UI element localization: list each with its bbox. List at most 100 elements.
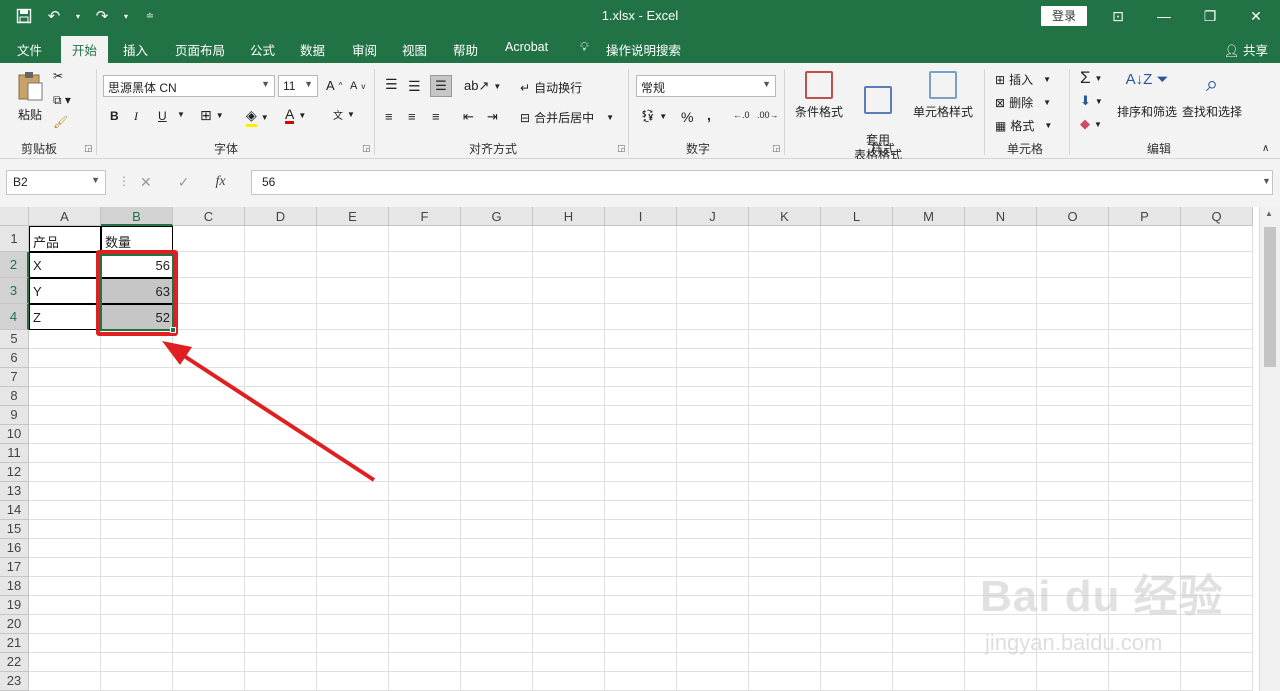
cell-j23[interactable] <box>677 672 749 691</box>
cell-e17[interactable] <box>317 558 389 577</box>
select-all-corner[interactable] <box>0 207 29 226</box>
align-bottom-icon[interactable]: ☰ <box>430 75 452 97</box>
row-header-2[interactable]: 2 <box>0 252 29 278</box>
cell-a19[interactable] <box>29 596 101 615</box>
cell-c2[interactable] <box>173 252 245 278</box>
cell-k15[interactable] <box>749 520 821 539</box>
cell-l17[interactable] <box>821 558 893 577</box>
cell-n10[interactable] <box>965 425 1037 444</box>
cell-l4[interactable] <box>821 304 893 330</box>
cell-l22[interactable] <box>821 653 893 672</box>
cell-h4[interactable] <box>533 304 605 330</box>
cell-k7[interactable] <box>749 368 821 387</box>
comma-button[interactable]: , <box>707 107 711 123</box>
cell-a11[interactable] <box>29 444 101 463</box>
insert-function-icon[interactable]: fx <box>215 174 225 191</box>
cell-i6[interactable] <box>605 349 677 368</box>
cell-a3[interactable]: Y <box>29 278 101 304</box>
cell-l2[interactable] <box>821 252 893 278</box>
cell-m23[interactable] <box>893 672 965 691</box>
cell-n3[interactable] <box>965 278 1037 304</box>
cell-q14[interactable] <box>1181 501 1253 520</box>
cell-k12[interactable] <box>749 463 821 482</box>
cell-m1[interactable] <box>893 226 965 252</box>
cell-c18[interactable] <box>173 577 245 596</box>
align-left-icon[interactable]: ≡ <box>385 109 393 124</box>
cell-f4[interactable] <box>389 304 461 330</box>
cell-i13[interactable] <box>605 482 677 501</box>
name-box[interactable]: B2 ▼ <box>6 170 106 195</box>
cell-j18[interactable] <box>677 577 749 596</box>
cell-h5[interactable] <box>533 330 605 349</box>
cell-j10[interactable] <box>677 425 749 444</box>
cell-i23[interactable] <box>605 672 677 691</box>
cell-p15[interactable] <box>1109 520 1181 539</box>
cell-p6[interactable] <box>1109 349 1181 368</box>
cancel-icon[interactable]: ✕ <box>140 174 152 191</box>
column-header-d[interactable]: D <box>245 207 317 226</box>
tab-page-layout[interactable]: 页面布局 <box>175 40 225 59</box>
cell-a18[interactable] <box>29 577 101 596</box>
cell-p9[interactable] <box>1109 406 1181 425</box>
cell-f23[interactable] <box>389 672 461 691</box>
cell-h11[interactable] <box>533 444 605 463</box>
cell-i4[interactable] <box>605 304 677 330</box>
cell-m10[interactable] <box>893 425 965 444</box>
cell-g5[interactable] <box>461 330 533 349</box>
row-header-18[interactable]: 18 <box>0 577 29 596</box>
cell-p14[interactable] <box>1109 501 1181 520</box>
cell-l16[interactable] <box>821 539 893 558</box>
cell-g9[interactable] <box>461 406 533 425</box>
cell-n8[interactable] <box>965 387 1037 406</box>
cell-i11[interactable] <box>605 444 677 463</box>
percent-button[interactable]: % <box>681 109 693 125</box>
cell-a4[interactable]: Z <box>29 304 101 330</box>
cell-h9[interactable] <box>533 406 605 425</box>
row-header-5[interactable]: 5 <box>0 330 29 349</box>
tab-acrobat[interactable]: Acrobat <box>505 40 548 54</box>
cell-o9[interactable] <box>1037 406 1109 425</box>
cell-e21[interactable] <box>317 634 389 653</box>
cell-n11[interactable] <box>965 444 1037 463</box>
cell-a20[interactable] <box>29 615 101 634</box>
cell-q16[interactable] <box>1181 539 1253 558</box>
cell-o23[interactable] <box>1037 672 1109 691</box>
cell-n14[interactable] <box>965 501 1037 520</box>
cell-p13[interactable] <box>1109 482 1181 501</box>
cell-l11[interactable] <box>821 444 893 463</box>
cell-l7[interactable] <box>821 368 893 387</box>
cell-b14[interactable] <box>101 501 173 520</box>
conditional-formatting-button[interactable]: 条件格式 <box>793 71 845 120</box>
tab-home[interactable]: 开始 <box>61 36 109 63</box>
cell-h2[interactable] <box>533 252 605 278</box>
cell-m13[interactable] <box>893 482 965 501</box>
enter-icon[interactable]: ✓ <box>178 174 190 191</box>
cell-h20[interactable] <box>533 615 605 634</box>
cell-l15[interactable] <box>821 520 893 539</box>
cell-h3[interactable] <box>533 278 605 304</box>
cell-j8[interactable] <box>677 387 749 406</box>
align-center-icon[interactable]: ≡ <box>408 109 416 124</box>
cell-j15[interactable] <box>677 520 749 539</box>
cell-k19[interactable] <box>749 596 821 615</box>
align-top-icon[interactable]: ☰ <box>385 76 398 93</box>
cell-k4[interactable] <box>749 304 821 330</box>
formula-input[interactable]: 56 <box>251 170 1273 195</box>
row-header-11[interactable]: 11 <box>0 444 29 463</box>
fill-color-icon[interactable]: ◈ ▼ <box>246 107 269 127</box>
cell-n2[interactable] <box>965 252 1037 278</box>
tab-help[interactable]: 帮助 <box>453 40 478 59</box>
cell-h21[interactable] <box>533 634 605 653</box>
cell-i7[interactable] <box>605 368 677 387</box>
cell-a23[interactable] <box>29 672 101 691</box>
cell-c16[interactable] <box>173 539 245 558</box>
cell-i10[interactable] <box>605 425 677 444</box>
cell-g2[interactable] <box>461 252 533 278</box>
cell-n5[interactable] <box>965 330 1037 349</box>
row-header-17[interactable]: 17 <box>0 558 29 577</box>
merge-center-button[interactable]: ⊟ 合并后居中 ▼ <box>520 109 614 126</box>
cell-n7[interactable] <box>965 368 1037 387</box>
cell-f17[interactable] <box>389 558 461 577</box>
cell-h15[interactable] <box>533 520 605 539</box>
cell-styles-button[interactable]: 单元格样式 <box>911 71 975 120</box>
